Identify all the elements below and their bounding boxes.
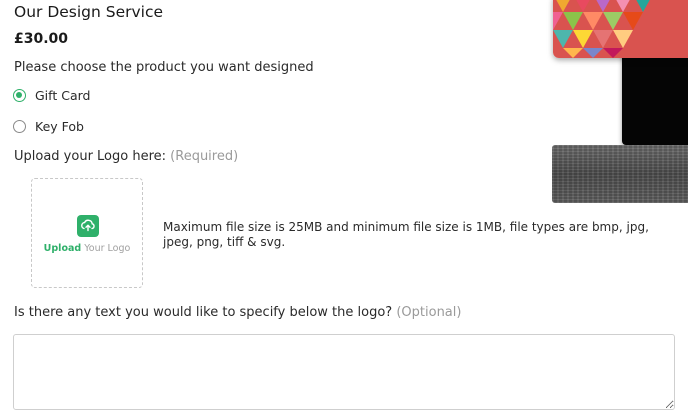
gift-card-label: Gift Card [35, 88, 91, 103]
product-image-key-fob [552, 145, 688, 203]
dropzone-caption-soft: Your Logo [84, 243, 131, 254]
logo-text-input[interactable] [13, 334, 675, 410]
key-fob-label: Key Fob [35, 119, 84, 134]
product-price: £30.00 [14, 31, 69, 47]
upload-cloud-icon [77, 215, 99, 237]
logo-upload-heading: Upload your Logo here: (Required) [14, 149, 238, 164]
logo-text-question: Is there any text you would like to spec… [14, 305, 461, 320]
key-fob-radio[interactable] [13, 120, 26, 133]
gift-card-radio[interactable] [13, 89, 26, 102]
product-title: Our Design Service [14, 3, 164, 21]
logo-upload-dropzone[interactable]: Upload Your Logo [31, 178, 143, 288]
product-image-gift-card [553, 0, 688, 58]
dropzone-caption: Upload Your Logo [32, 243, 142, 254]
logo-upload-label: Upload your Logo here: [14, 149, 167, 164]
product-choice-prompt: Please choose the product you want desig… [14, 60, 314, 75]
optional-note: (Optional) [396, 305, 462, 320]
option-key-fob[interactable]: Key Fob [13, 119, 84, 134]
option-gift-card[interactable]: Gift Card [13, 88, 90, 103]
dropzone-caption-strong: Upload [43, 243, 82, 254]
logo-text-label: Is there any text you would like to spec… [14, 305, 393, 320]
required-note: (Required) [170, 149, 239, 164]
file-requirements-text: Maximum file size is 25MB and minimum fi… [163, 220, 649, 249]
